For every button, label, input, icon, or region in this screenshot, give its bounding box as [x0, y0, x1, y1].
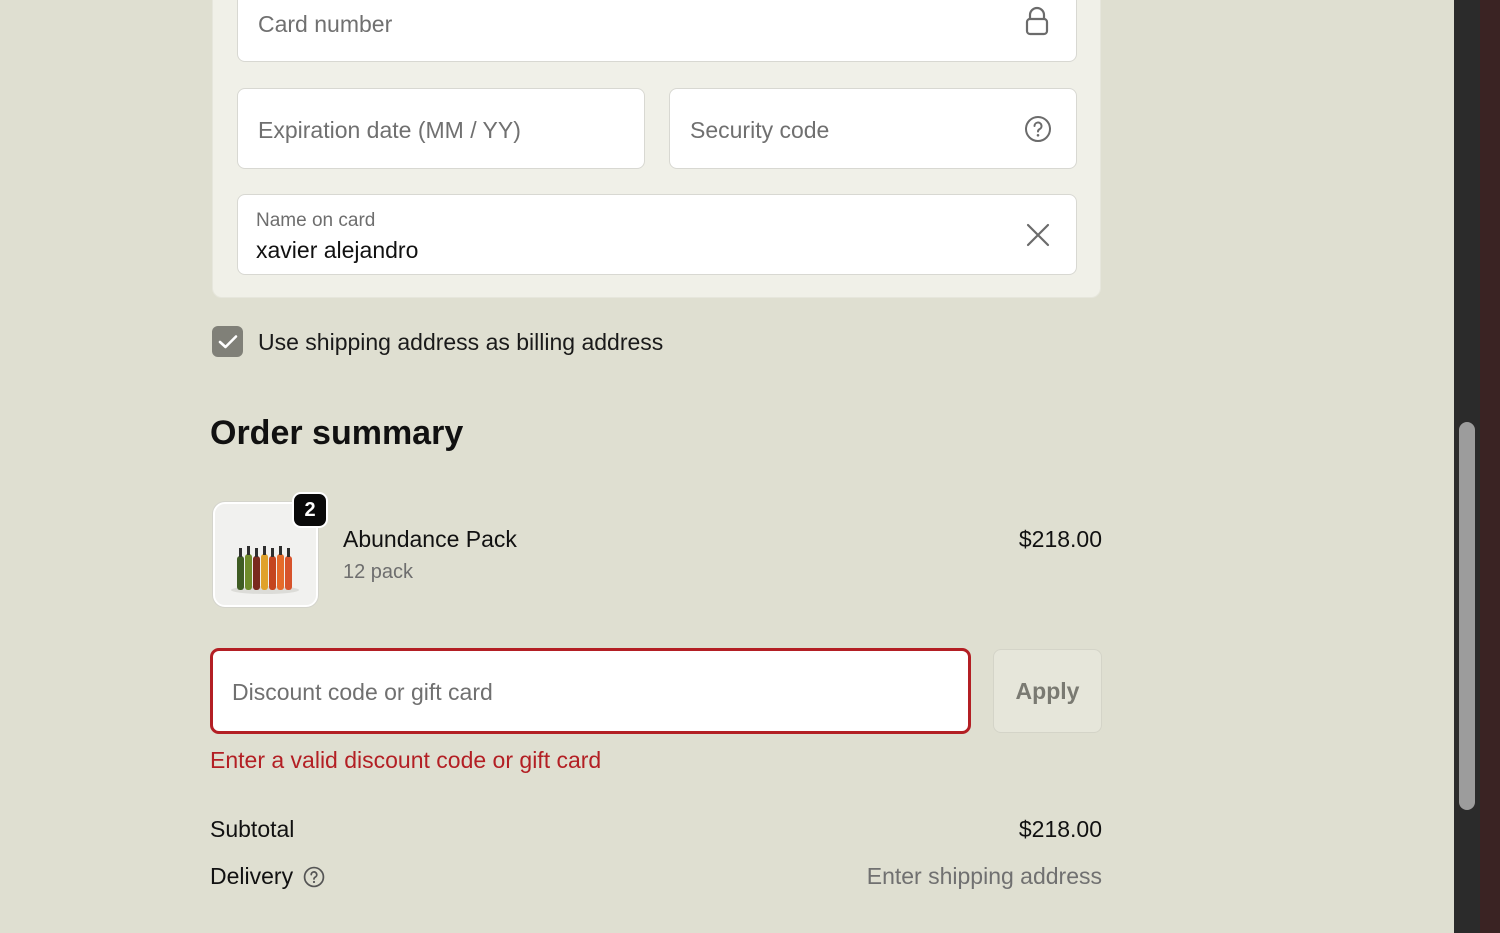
name-on-card-label: Name on card [256, 210, 376, 231]
lock-icon [1024, 6, 1050, 41]
name-on-card-field[interactable]: Name on card xavier alejandro [237, 194, 1077, 275]
expiration-date-field[interactable]: Expiration date (MM / YY) [237, 88, 645, 169]
expiration-placeholder: Expiration date (MM / YY) [258, 117, 521, 143]
checkmark-icon [218, 334, 237, 348]
product-variant: 12 pack [343, 561, 414, 583]
subtotal-value: $218.00 [1018, 816, 1102, 842]
discount-input[interactable] [230, 673, 934, 711]
delivery-value: Enter shipping address [866, 863, 1102, 889]
quantity-badge: 2 [292, 492, 328, 528]
security-code-field[interactable]: Security code [669, 88, 1077, 169]
security-code-placeholder: Security code [690, 117, 830, 143]
help-circle-icon[interactable] [1024, 115, 1052, 148]
discount-field[interactable] [210, 648, 971, 734]
discount-error-message: Enter a valid discount code or gift card [210, 747, 602, 773]
help-circle-icon[interactable] [303, 866, 325, 888]
close-icon[interactable] [1024, 221, 1052, 254]
scrollbar-thumb[interactable] [1459, 422, 1475, 810]
product-price: $218.00 [1018, 526, 1102, 552]
delivery-row-label: Delivery [210, 863, 325, 890]
delivery-label: Delivery [210, 863, 294, 889]
name-on-card-value: xavier alejandro [256, 237, 419, 263]
checkout-page: Card number Expiration date (MM / YY) Se… [0, 0, 1500, 933]
product-name: Abundance Pack [343, 526, 517, 552]
order-summary-title: Order summary [210, 414, 464, 452]
subtotal-label: Subtotal [210, 816, 295, 842]
billing-address-label[interactable]: Use shipping address as billing address [258, 329, 663, 356]
billing-address-checkbox[interactable] [212, 326, 243, 357]
apply-button[interactable]: Apply [993, 649, 1102, 733]
card-number-field[interactable]: Card number [237, 0, 1077, 62]
window-edge [1480, 0, 1500, 933]
card-number-placeholder: Card number [258, 11, 393, 37]
